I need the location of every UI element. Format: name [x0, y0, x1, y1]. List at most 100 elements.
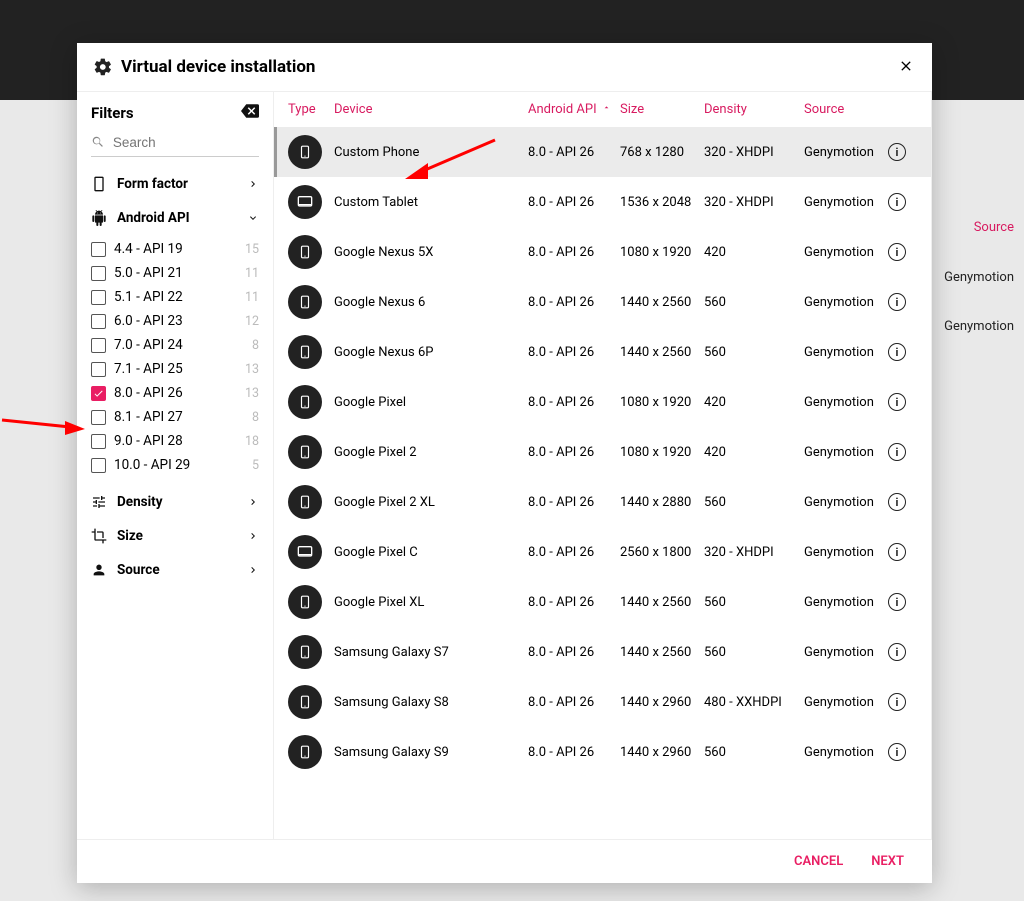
info-icon[interactable]: i: [888, 243, 906, 261]
filter-source[interactable]: Source: [91, 553, 259, 587]
device-density: 320 - XHDPI: [704, 545, 804, 560]
info-icon[interactable]: i: [888, 493, 906, 511]
device-size: 1440 x 2560: [620, 295, 704, 310]
device-density: 420: [704, 445, 804, 460]
header-size[interactable]: Size: [620, 102, 704, 117]
info-icon[interactable]: i: [888, 143, 906, 161]
clear-filters-button[interactable]: [241, 104, 259, 122]
api-filter-label: 4.4 - API 19: [114, 241, 183, 257]
info-icon[interactable]: i: [888, 293, 906, 311]
modal-body: Filters Form factor Android API: [77, 92, 932, 839]
person-icon: [91, 562, 107, 578]
api-filter-item[interactable]: 4.4 - API 1915: [91, 237, 259, 261]
api-filter-item[interactable]: 6.0 - API 2312: [91, 309, 259, 333]
checkbox[interactable]: [91, 386, 106, 401]
header-api[interactable]: Android API: [528, 102, 620, 117]
header-type[interactable]: Type: [288, 102, 334, 117]
info-icon[interactable]: i: [888, 393, 906, 411]
device-source: Genymotion: [804, 695, 888, 710]
device-row[interactable]: Samsung Galaxy S88.0 - API 261440 x 2960…: [274, 677, 931, 727]
api-filter-item[interactable]: 5.0 - API 2111: [91, 261, 259, 285]
device-name: Samsung Galaxy S7: [334, 645, 528, 660]
info-icon[interactable]: i: [888, 443, 906, 461]
cancel-button[interactable]: CANCEL: [794, 854, 843, 869]
checkbox[interactable]: [91, 362, 106, 377]
checkbox[interactable]: [91, 458, 106, 473]
chevron-down-icon: [247, 212, 259, 224]
api-filter-item[interactable]: 9.0 - API 2818: [91, 429, 259, 453]
info-icon[interactable]: i: [888, 643, 906, 661]
device-api: 8.0 - API 26: [528, 145, 620, 160]
device-row[interactable]: Custom Tablet8.0 - API 261536 x 2048320 …: [274, 177, 931, 227]
filter-label: Form factor: [117, 176, 188, 192]
device-density: 480 - XXHDPI: [704, 695, 804, 710]
modal-title: Virtual device installation: [93, 57, 315, 77]
device-name: Samsung Galaxy S9: [334, 745, 528, 760]
device-source: Genymotion: [804, 445, 888, 460]
device-api: 8.0 - API 26: [528, 445, 620, 460]
phone-icon: [288, 235, 322, 269]
device-density: 560: [704, 495, 804, 510]
api-filter-label: 8.0 - API 26: [114, 385, 183, 401]
next-button[interactable]: NEXT: [871, 854, 904, 869]
api-filter-item[interactable]: 7.1 - API 2513: [91, 357, 259, 381]
api-filter-label: 7.0 - API 24: [114, 337, 183, 353]
device-source: Genymotion: [804, 145, 888, 160]
filter-android-api[interactable]: Android API: [91, 201, 259, 235]
device-row[interactable]: Google Pixel XL8.0 - API 261440 x 256056…: [274, 577, 931, 627]
annotation-arrow: [0, 405, 85, 435]
device-list[interactable]: Custom Phone8.0 - API 26768 x 1280320 - …: [274, 127, 931, 839]
api-filter-item[interactable]: 10.0 - API 295: [91, 453, 259, 477]
device-row[interactable]: Google Pixel 28.0 - API 261080 x 1920420…: [274, 427, 931, 477]
device-row[interactable]: Samsung Galaxy S78.0 - API 261440 x 2560…: [274, 627, 931, 677]
api-filter-item[interactable]: 5.1 - API 2211: [91, 285, 259, 309]
close-button[interactable]: [898, 57, 914, 77]
device-row[interactable]: Google Pixel 2 XL8.0 - API 261440 x 2880…: [274, 477, 931, 527]
crop-icon: [91, 528, 107, 544]
phone-icon: [288, 135, 322, 169]
install-modal: Virtual device installation Filters Form…: [77, 43, 932, 883]
device-row[interactable]: Google Pixel C8.0 - API 262560 x 1800320…: [274, 527, 931, 577]
phone-icon: [288, 735, 322, 769]
filter-form-factor[interactable]: Form factor: [91, 167, 259, 201]
info-icon[interactable]: i: [888, 593, 906, 611]
checkbox[interactable]: [91, 434, 106, 449]
device-row[interactable]: Google Nexus 6P8.0 - API 261440 x 256056…: [274, 327, 931, 377]
info-icon[interactable]: i: [888, 743, 906, 761]
info-icon[interactable]: i: [888, 343, 906, 361]
device-name: Google Nexus 6: [334, 295, 528, 310]
modal-header: Virtual device installation: [77, 43, 932, 92]
checkbox[interactable]: [91, 290, 106, 305]
device-density: 560: [704, 745, 804, 760]
search-input[interactable]: [113, 135, 259, 150]
checkbox[interactable]: [91, 314, 106, 329]
filters-header: Filters: [91, 104, 259, 122]
api-filter-item[interactable]: 8.0 - API 2613: [91, 381, 259, 405]
api-filter-item[interactable]: 8.1 - API 278: [91, 405, 259, 429]
device-source: Genymotion: [804, 745, 888, 760]
filter-size[interactable]: Size: [91, 519, 259, 553]
device-density: 320 - XHDPI: [704, 145, 804, 160]
checkbox[interactable]: [91, 410, 106, 425]
checkbox[interactable]: [91, 338, 106, 353]
header-source[interactable]: Source: [804, 102, 888, 117]
info-icon[interactable]: i: [888, 693, 906, 711]
checkbox[interactable]: [91, 266, 106, 281]
device-row[interactable]: Google Nexus 5X8.0 - API 261080 x 192042…: [274, 227, 931, 277]
device-row[interactable]: Samsung Galaxy S98.0 - API 261440 x 2960…: [274, 727, 931, 777]
filter-label: Source: [117, 562, 160, 578]
device-row[interactable]: Google Pixel8.0 - API 261080 x 1920420Ge…: [274, 377, 931, 427]
checkbox[interactable]: [91, 242, 106, 257]
device-api: 8.0 - API 26: [528, 345, 620, 360]
device-density: 560: [704, 295, 804, 310]
device-row[interactable]: Custom Phone8.0 - API 26768 x 1280320 - …: [274, 127, 931, 177]
header-density[interactable]: Density: [704, 102, 804, 117]
filter-label: Android API: [117, 210, 190, 226]
info-icon[interactable]: i: [888, 193, 906, 211]
header-device[interactable]: Device: [334, 102, 528, 117]
filter-density[interactable]: Density: [91, 485, 259, 519]
info-icon[interactable]: i: [888, 543, 906, 561]
api-filter-item[interactable]: 7.0 - API 248: [91, 333, 259, 357]
search-row[interactable]: [91, 130, 259, 157]
device-row[interactable]: Google Nexus 68.0 - API 261440 x 2560560…: [274, 277, 931, 327]
